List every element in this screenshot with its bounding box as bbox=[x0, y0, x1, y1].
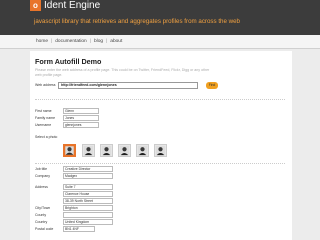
country-label: Country bbox=[35, 220, 48, 224]
divider bbox=[35, 163, 285, 164]
nav-item-documentation[interactable]: documentation bbox=[55, 39, 86, 44]
job-title-field[interactable]: Creative Director bbox=[63, 166, 113, 172]
company-label: Company bbox=[35, 174, 50, 178]
username-label: Username bbox=[35, 123, 52, 127]
company-field[interactable]: Madgex bbox=[63, 173, 113, 179]
address-label: Address bbox=[35, 185, 48, 189]
profile-photo-option[interactable] bbox=[118, 144, 131, 157]
main-content: Form Autofill Demo Please enter the web … bbox=[30, 51, 292, 240]
family-name-field[interactable]: Jones bbox=[63, 115, 99, 121]
family-name-label: Family name bbox=[35, 116, 56, 120]
find-button[interactable]: Find bbox=[206, 82, 218, 89]
county-field[interactable] bbox=[63, 212, 113, 218]
site-tagline: javascript library that retrieves and ag… bbox=[34, 18, 241, 25]
profile-photo-option[interactable] bbox=[82, 144, 95, 157]
city-label: City/Town bbox=[35, 206, 51, 210]
profile-photo-option[interactable] bbox=[136, 144, 149, 157]
country-field[interactable]: United Kingdom bbox=[63, 219, 113, 225]
address-line-field[interactable]: Clarence House bbox=[63, 191, 113, 197]
divider bbox=[35, 99, 285, 100]
web-address-label: Web address bbox=[35, 83, 56, 87]
profile-photo-option[interactable] bbox=[63, 144, 76, 157]
postal-code-label: Postal code bbox=[35, 227, 54, 231]
first-name-field[interactable]: Glenn bbox=[63, 108, 99, 114]
main-nav: home | documentation | blog | about bbox=[0, 35, 320, 49]
person-photo-icon bbox=[83, 145, 94, 156]
job-title-label: Job title bbox=[35, 167, 48, 171]
first-name-label: First name bbox=[35, 109, 52, 113]
web-address-input[interactable]: http://friendfeed.com/glennjones bbox=[58, 82, 198, 89]
page-title: Form Autofill Demo bbox=[35, 57, 102, 66]
city-field[interactable]: Brighton bbox=[63, 205, 113, 211]
county-label: County bbox=[35, 213, 47, 217]
site-header: o Ident Engine javascript library that r… bbox=[0, 0, 320, 35]
person-photo-icon bbox=[101, 145, 112, 156]
site-title[interactable]: Ident Engine bbox=[44, 0, 100, 11]
photo-select-label: Select a photo bbox=[35, 135, 58, 139]
person-photo-icon bbox=[119, 145, 130, 156]
person-photo-icon bbox=[155, 145, 166, 156]
address-line-field[interactable]: 38-39 North Street bbox=[63, 198, 113, 204]
address-line-field[interactable]: Suite 7 bbox=[63, 184, 113, 190]
profile-photo-option[interactable] bbox=[100, 144, 113, 157]
nav-item-blog[interactable]: blog bbox=[94, 39, 103, 44]
intro-text: Please enter the web address of a profil… bbox=[35, 68, 210, 77]
profile-photo-option[interactable] bbox=[154, 144, 167, 157]
person-photo-icon bbox=[65, 146, 74, 155]
nav-item-home[interactable]: home bbox=[36, 39, 48, 44]
person-photo-icon bbox=[137, 145, 148, 156]
logo-icon[interactable]: o bbox=[30, 0, 41, 11]
nav-item-about[interactable]: about bbox=[110, 39, 122, 44]
postal-code-field[interactable]: BN1 4NF bbox=[63, 226, 95, 232]
username-field[interactable]: glennjones bbox=[63, 122, 99, 128]
